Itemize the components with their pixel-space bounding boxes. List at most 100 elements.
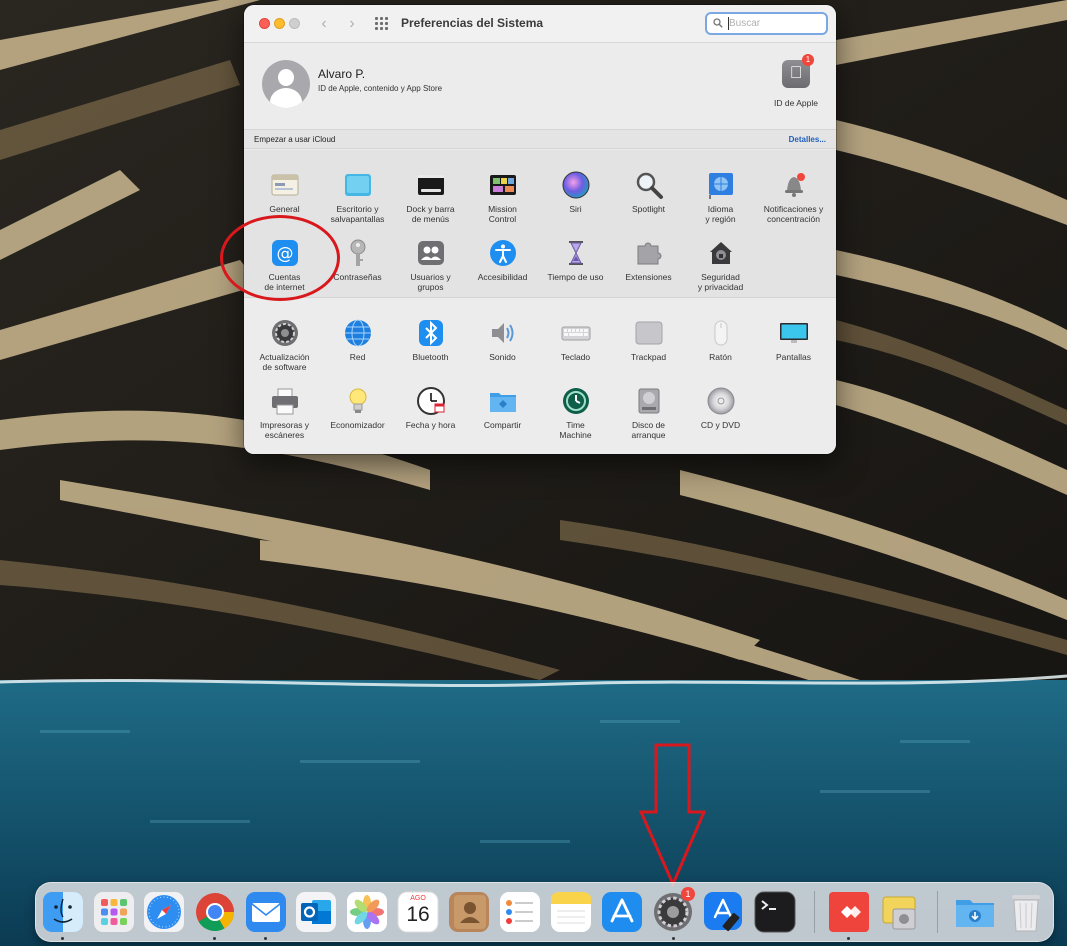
dock-separator <box>814 891 815 933</box>
zoom-window-button[interactable] <box>289 18 300 29</box>
close-window-button[interactable] <box>259 18 270 29</box>
folder-icon <box>488 386 518 416</box>
finder-icon[interactable] <box>42 891 84 933</box>
mail-icon[interactable] <box>245 891 287 933</box>
account-subtitle: ID de Apple, contenido y App Store <box>318 84 443 93</box>
pane-sound[interactable]: Sonido <box>466 318 539 362</box>
contacts-icon[interactable] <box>448 891 490 933</box>
pane-accessibility[interactable]: Accesibilidad <box>466 238 539 282</box>
key-icon <box>343 238 373 268</box>
pane-dock[interactable]: Dock y barra de menús <box>394 170 467 224</box>
pane-mission-control[interactable]: Mission Control <box>466 170 539 224</box>
minimize-window-button[interactable] <box>274 18 285 29</box>
pane-label: Siri <box>569 204 582 214</box>
pane-notifications[interactable]: Notificaciones y concentración <box>757 170 830 224</box>
hourglass-icon <box>561 238 591 268</box>
pane-security[interactable]: Seguridad y privacidad <box>684 238 757 292</box>
back-chevron-icon[interactable]: ‹ <box>314 14 334 34</box>
mouse-icon <box>706 318 736 348</box>
notification-badge: 1 <box>802 54 814 66</box>
trackpad-icon <box>634 318 664 348</box>
pane-displays[interactable]: Pantallas <box>757 318 830 362</box>
siri-icon <box>561 170 591 200</box>
apple-id-icon[interactable]:  1 <box>782 54 814 88</box>
apple-id-label[interactable]: ID de Apple <box>767 98 825 108</box>
utility-icon[interactable] <box>879 891 921 933</box>
pane-label: Spotlight <box>631 204 666 214</box>
pane-siri[interactable]: Siri <box>539 170 612 214</box>
dock: AGO 16 1 <box>35 882 1054 942</box>
chrome-icon[interactable] <box>194 891 236 933</box>
downloads-folder-icon[interactable] <box>954 891 996 933</box>
calendar-day: 16 <box>406 903 430 926</box>
anydesk-icon[interactable] <box>828 891 870 933</box>
xcode-icon[interactable] <box>703 891 745 933</box>
pane-users[interactable]: Usuarios y grupos <box>394 238 467 292</box>
pane-extensions[interactable]: Extensiones <box>612 238 685 282</box>
pane-trackpad[interactable]: Trackpad <box>612 318 685 362</box>
pane-bluetooth[interactable]: Bluetooth <box>394 318 467 362</box>
calendar-icon[interactable]: AGO 16 <box>397 891 439 933</box>
pane-date-time[interactable]: Fecha y hora <box>394 386 467 430</box>
trash-icon[interactable] <box>1005 891 1047 933</box>
show-all-grid-icon[interactable] <box>375 17 390 32</box>
pane-mouse[interactable]: Ratón <box>684 318 757 362</box>
gear-icon <box>270 318 300 348</box>
pane-label: Actualización de software <box>259 352 310 372</box>
pane-label: Time Machine <box>559 420 592 440</box>
icloud-message: Empezar a usar iCloud <box>254 135 336 144</box>
pane-sharing[interactable]: Compartir <box>466 386 539 430</box>
icloud-banner: Empezar a usar iCloud Detalles... <box>244 129 836 149</box>
search-field[interactable]: Buscar <box>705 12 828 35</box>
pane-desktop[interactable]: Escritorio y salvapantallas <box>321 170 394 224</box>
clock-icon <box>416 386 446 416</box>
pane-label: Disco de arranque <box>631 420 666 440</box>
pane-label: General <box>269 204 300 214</box>
reminders-icon[interactable] <box>499 891 541 933</box>
window-title: Preferencias del Sistema <box>401 16 544 30</box>
display-icon <box>779 318 809 348</box>
pane-printers[interactable]: Impresoras y escáneres <box>248 386 321 440</box>
account-header[interactable]: Alvaro P. ID de Apple, contenido y App S… <box>244 43 836 129</box>
pane-screen-time[interactable]: Tiempo de uso <box>539 238 612 282</box>
search-placeholder: Buscar <box>729 18 761 29</box>
search-icon <box>713 18 723 28</box>
pane-label: Economizador <box>330 420 385 430</box>
annotation-arrow <box>638 743 707 888</box>
pane-spotlight[interactable]: Spotlight <box>612 170 685 214</box>
pane-keyboard[interactable]: Teclado <box>539 318 612 362</box>
time-machine-icon <box>561 386 591 416</box>
pane-label: Fecha y hora <box>405 420 456 430</box>
disk-icon <box>634 386 664 416</box>
outlook-icon[interactable] <box>295 891 337 933</box>
pane-network[interactable]: Red <box>321 318 394 362</box>
system-preferences-icon[interactable]: 1 <box>652 887 695 933</box>
pane-time-machine[interactable]: Time Machine <box>539 386 612 440</box>
general-icon <box>270 170 300 200</box>
spotlight-icon <box>634 170 664 200</box>
keyboard-icon <box>561 318 591 348</box>
pane-cd-dvd[interactable]: CD y DVD <box>684 386 757 430</box>
annotation-circle <box>220 215 340 301</box>
safari-icon[interactable] <box>143 891 185 933</box>
pane-startup-disk[interactable]: Disco de arranque <box>612 386 685 440</box>
pane-software-update[interactable]: Actualización de software <box>248 318 321 372</box>
avatar[interactable] <box>262 60 310 108</box>
forward-chevron-icon[interactable]: › <box>342 14 362 34</box>
pane-energy[interactable]: Economizador <box>321 386 394 430</box>
bluetooth-icon <box>416 318 446 348</box>
pane-general[interactable]: General <box>248 170 321 214</box>
details-link[interactable]: Detalles... <box>789 135 826 144</box>
photos-icon[interactable] <box>346 891 388 933</box>
pane-label: Accesibilidad <box>477 272 528 282</box>
pane-label: Notificaciones y concentración <box>763 204 824 224</box>
launchpad-icon[interactable] <box>93 891 135 933</box>
desktop-icon <box>343 170 373 200</box>
app-store-icon[interactable] <box>601 891 643 933</box>
notes-icon[interactable] <box>550 891 592 933</box>
pane-label: Compartir <box>483 420 522 430</box>
flag-icon <box>706 170 736 200</box>
pane-label: Seguridad y privacidad <box>697 272 744 292</box>
pane-language[interactable]: Idioma y región <box>684 170 757 224</box>
terminal-icon[interactable] <box>754 891 796 933</box>
